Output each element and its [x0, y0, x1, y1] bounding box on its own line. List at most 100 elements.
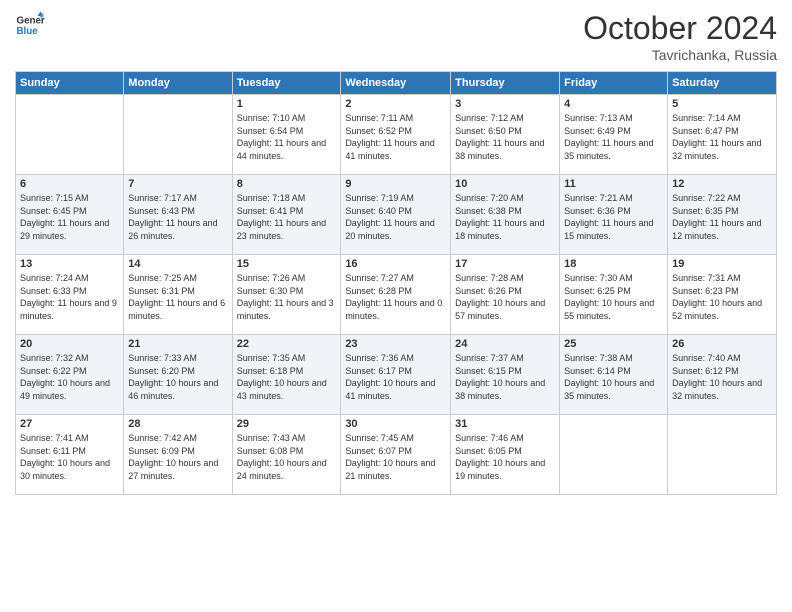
day-number: 22 [237, 338, 337, 350]
day-info: Sunrise: 7:19 AMSunset: 6:40 PMDaylight:… [345, 192, 446, 242]
day-number: 18 [564, 258, 663, 270]
col-sunday: Sunday [16, 72, 124, 95]
day-cell: 20 Sunrise: 7:32 AMSunset: 6:22 PMDayligh… [16, 335, 124, 415]
week-row-5: 27 Sunrise: 7:41 AMSunset: 6:11 PMDayligh… [16, 415, 777, 495]
week-row-1: 1 Sunrise: 7:10 AMSunset: 6:54 PMDaylight… [16, 95, 777, 175]
day-cell: 18 Sunrise: 7:30 AMSunset: 6:25 PMDayligh… [560, 255, 668, 335]
day-number: 13 [20, 258, 119, 270]
day-info: Sunrise: 7:11 AMSunset: 6:52 PMDaylight:… [345, 112, 446, 162]
day-number: 7 [128, 178, 227, 190]
day-info: Sunrise: 7:15 AMSunset: 6:45 PMDaylight:… [20, 192, 119, 242]
logo-icon: General Blue [15, 10, 45, 40]
day-info: Sunrise: 7:46 AMSunset: 6:05 PMDaylight:… [455, 432, 555, 482]
day-info: Sunrise: 7:36 AMSunset: 6:17 PMDaylight:… [345, 352, 446, 402]
day-info: Sunrise: 7:38 AMSunset: 6:14 PMDaylight:… [564, 352, 663, 402]
day-cell: 19 Sunrise: 7:31 AMSunset: 6:23 PMDayligh… [668, 255, 777, 335]
day-cell [16, 95, 124, 175]
day-cell: 17Sunrise: 7:28 AMSunset: 6:26 PMDayligh… [451, 255, 560, 335]
logo: General Blue [15, 10, 45, 40]
day-number: 25 [564, 338, 663, 350]
day-info: Sunrise: 7:14 AMSunset: 6:47 PMDaylight:… [672, 112, 772, 162]
day-number: 15 [237, 258, 337, 270]
day-cell: 5 Sunrise: 7:14 AMSunset: 6:47 PMDaylight… [668, 95, 777, 175]
day-cell: 28 Sunrise: 7:42 AMSunset: 6:09 PMDayligh… [124, 415, 232, 495]
day-number: 23 [345, 338, 446, 350]
title-block: October 2024 Tavrichanka, Russia [583, 10, 777, 63]
col-wednesday: Wednesday [341, 72, 451, 95]
day-info: Sunrise: 7:42 AMSunset: 6:09 PMDaylight:… [128, 432, 227, 482]
day-number: 2 [345, 98, 446, 110]
day-number: 4 [564, 98, 663, 110]
day-info: Sunrise: 7:13 AMSunset: 6:49 PMDaylight:… [564, 112, 663, 162]
day-cell: 31 Sunrise: 7:46 AMSunset: 6:05 PMDayligh… [451, 415, 560, 495]
col-saturday: Saturday [668, 72, 777, 95]
day-number: 5 [672, 98, 772, 110]
day-cell: 7 Sunrise: 7:17 AMSunset: 6:43 PMDaylight… [124, 175, 232, 255]
day-number: 27 [20, 418, 119, 430]
day-cell: 2 Sunrise: 7:11 AMSunset: 6:52 PMDaylight… [341, 95, 451, 175]
day-number: 24 [455, 338, 555, 350]
svg-text:Blue: Blue [17, 26, 39, 37]
day-number: 26 [672, 338, 772, 350]
day-cell: 12Sunrise: 7:22 AMSunset: 6:35 PMDayligh… [668, 175, 777, 255]
week-row-2: 6 Sunrise: 7:15 AMSunset: 6:45 PMDaylight… [16, 175, 777, 255]
calendar-container: General Blue October 2024 Tavrichanka, R… [0, 0, 792, 500]
day-cell: 26 Sunrise: 7:40 AMSunset: 6:12 PMDayligh… [668, 335, 777, 415]
day-number: 20 [20, 338, 119, 350]
day-cell: 16Sunrise: 7:27 AMSunset: 6:28 PMDayligh… [341, 255, 451, 335]
day-number: 1 [237, 98, 337, 110]
day-number: 21 [128, 338, 227, 350]
day-cell [124, 95, 232, 175]
day-info: Sunrise: 7:32 AMSunset: 6:22 PMDaylight:… [20, 352, 119, 402]
day-info: Sunrise: 7:27 AMSunset: 6:28 PMDaylight:… [345, 272, 446, 322]
day-cell: 8Sunrise: 7:18 AMSunset: 6:41 PMDaylight… [232, 175, 341, 255]
day-cell: 10 Sunrise: 7:20 AMSunset: 6:38 PMDayligh… [451, 175, 560, 255]
day-cell: 25 Sunrise: 7:38 AMSunset: 6:14 PMDayligh… [560, 335, 668, 415]
day-cell: 14Sunrise: 7:25 AMSunset: 6:31 PMDayligh… [124, 255, 232, 335]
day-number: 10 [455, 178, 555, 190]
day-number: 31 [455, 418, 555, 430]
day-cell: 27 Sunrise: 7:41 AMSunset: 6:11 PMDayligh… [16, 415, 124, 495]
day-info: Sunrise: 7:17 AMSunset: 6:43 PMDaylight:… [128, 192, 227, 242]
day-cell: 3Sunrise: 7:12 AMSunset: 6:50 PMDaylight… [451, 95, 560, 175]
day-info: Sunrise: 7:25 AMSunset: 6:31 PMDaylight:… [128, 272, 227, 322]
week-row-3: 13 Sunrise: 7:24 AMSunset: 6:33 PMDayligh… [16, 255, 777, 335]
day-info: Sunrise: 7:20 AMSunset: 6:38 PMDaylight:… [455, 192, 555, 242]
subtitle: Tavrichanka, Russia [583, 47, 777, 63]
week-row-4: 20 Sunrise: 7:32 AMSunset: 6:22 PMDayligh… [16, 335, 777, 415]
day-number: 28 [128, 418, 227, 430]
month-title: October 2024 [583, 10, 777, 47]
day-cell: 30 Sunrise: 7:45 AMSunset: 6:07 PMDayligh… [341, 415, 451, 495]
day-cell: 1 Sunrise: 7:10 AMSunset: 6:54 PMDaylight… [232, 95, 341, 175]
day-info: Sunrise: 7:40 AMSunset: 6:12 PMDaylight:… [672, 352, 772, 402]
day-info: Sunrise: 7:12 AMSunset: 6:50 PMDaylight:… [455, 112, 555, 162]
day-cell: 29Sunrise: 7:43 AMSunset: 6:08 PMDayligh… [232, 415, 341, 495]
day-number: 9 [345, 178, 446, 190]
day-info: Sunrise: 7:35 AMSunset: 6:18 PMDaylight:… [237, 352, 337, 402]
day-cell: 22 Sunrise: 7:35 AMSunset: 6:18 PMDayligh… [232, 335, 341, 415]
col-tuesday: Tuesday [232, 72, 341, 95]
day-info: Sunrise: 7:21 AMSunset: 6:36 PMDaylight:… [564, 192, 663, 242]
day-cell: 24 Sunrise: 7:37 AMSunset: 6:15 PMDayligh… [451, 335, 560, 415]
day-cell: 4 Sunrise: 7:13 AMSunset: 6:49 PMDaylight… [560, 95, 668, 175]
day-cell [668, 415, 777, 495]
day-info: Sunrise: 7:41 AMSunset: 6:11 PMDaylight:… [20, 432, 119, 482]
day-info: Sunrise: 7:30 AMSunset: 6:25 PMDaylight:… [564, 272, 663, 322]
day-cell: 23 Sunrise: 7:36 AMSunset: 6:17 PMDayligh… [341, 335, 451, 415]
day-number: 17 [455, 258, 555, 270]
calendar-table: Sunday Monday Tuesday Wednesday Thursday… [15, 71, 777, 495]
day-number: 6 [20, 178, 119, 190]
day-info: Sunrise: 7:24 AMSunset: 6:33 PMDaylight:… [20, 272, 119, 322]
day-number: 30 [345, 418, 446, 430]
day-cell: 9 Sunrise: 7:19 AMSunset: 6:40 PMDaylight… [341, 175, 451, 255]
day-info: Sunrise: 7:10 AMSunset: 6:54 PMDaylight:… [237, 112, 337, 162]
day-info: Sunrise: 7:37 AMSunset: 6:15 PMDaylight:… [455, 352, 555, 402]
day-number: 19 [672, 258, 772, 270]
day-info: Sunrise: 7:45 AMSunset: 6:07 PMDaylight:… [345, 432, 446, 482]
day-cell: 6 Sunrise: 7:15 AMSunset: 6:45 PMDaylight… [16, 175, 124, 255]
header-row: Sunday Monday Tuesday Wednesday Thursday… [16, 72, 777, 95]
day-info: Sunrise: 7:31 AMSunset: 6:23 PMDaylight:… [672, 272, 772, 322]
day-cell: 15Sunrise: 7:26 AMSunset: 6:30 PMDayligh… [232, 255, 341, 335]
day-number: 29 [237, 418, 337, 430]
col-friday: Friday [560, 72, 668, 95]
